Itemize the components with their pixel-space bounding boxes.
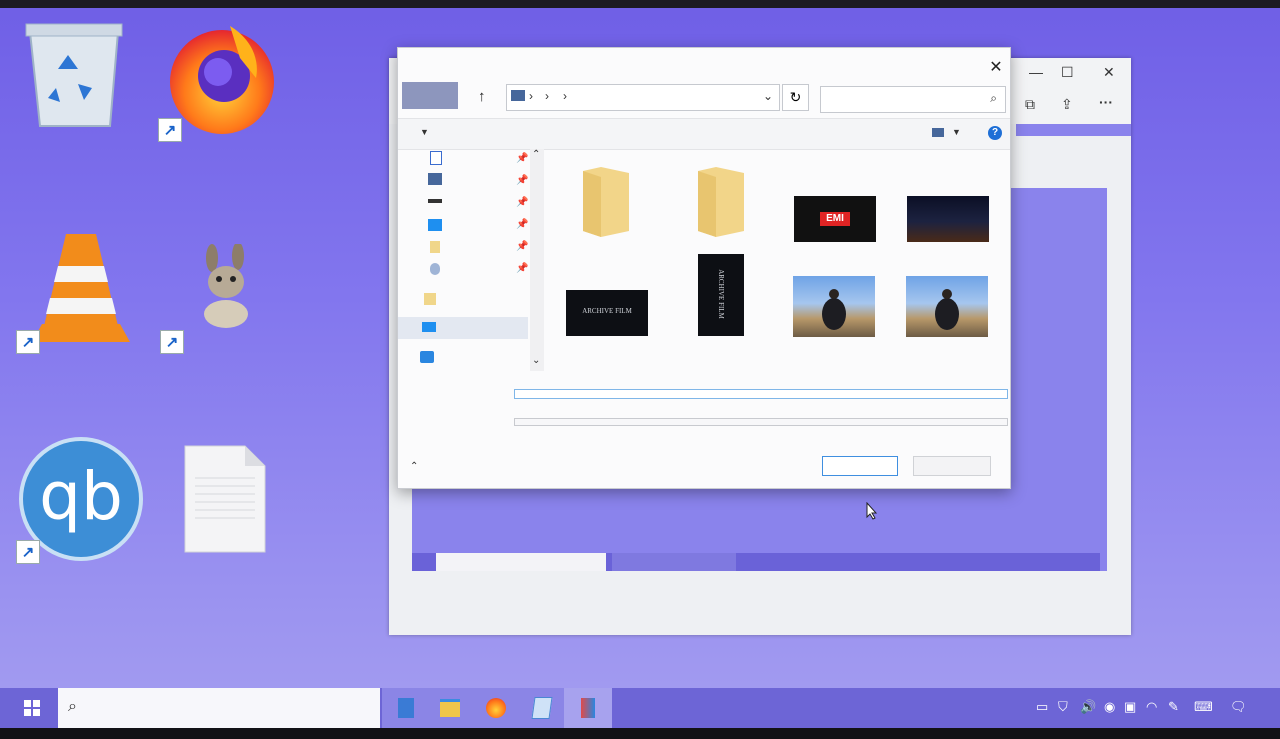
- maximize-icon[interactable]: ☐: [1061, 64, 1074, 81]
- network-icon[interactable]: [430, 263, 440, 275]
- refresh-button[interactable]: ↻: [782, 84, 809, 111]
- this-pc-icon: [422, 322, 436, 332]
- text-document-icon[interactable]: [183, 444, 267, 554]
- pin-icon[interactable]: 📌: [516, 175, 528, 186]
- nav-selected-row[interactable]: [398, 317, 528, 339]
- pictures-location-icon: [511, 90, 525, 101]
- battery-icon[interactable]: ▭: [1036, 699, 1048, 715]
- dialog-toolbar: ▼ ▼ ?: [398, 118, 1010, 150]
- minimize-icon[interactable]: —: [1029, 64, 1043, 80]
- start-button[interactable]: [10, 688, 54, 728]
- drive-icon[interactable]: [428, 199, 442, 203]
- display-icon[interactable]: ▣: [1124, 699, 1136, 715]
- video-thumbnail[interactable]: [793, 276, 875, 337]
- keyboard-icon[interactable]: ⌨: [1194, 699, 1213, 715]
- photos-toolbar-strip: [1016, 124, 1131, 136]
- pin-icon[interactable]: 📌: [516, 219, 528, 230]
- breadcrumb-chevron-icon[interactable]: ›: [563, 89, 567, 103]
- view-dropdown-icon[interactable]: ▼: [952, 127, 961, 137]
- windows-logo-icon: [24, 700, 40, 716]
- file-type-select[interactable]: [514, 418, 1008, 426]
- thumbnail-label: EMI: [820, 212, 850, 226]
- qbittorrent-logo-text: qb: [39, 458, 123, 535]
- folder-icon[interactable]: [424, 293, 436, 305]
- documents-icon[interactable]: [430, 151, 442, 165]
- nav-scrollbar[interactable]: ⌃ ⌄: [530, 149, 544, 371]
- navigation-pane: 📌 📌 📌 📌 📌 📌 ⌃: [398, 149, 528, 472]
- desktop-icon[interactable]: [428, 219, 442, 231]
- firefox-taskbar-icon[interactable]: [472, 688, 520, 728]
- pen-icon[interactable]: ✎: [1168, 699, 1179, 715]
- file-explorer-taskbar-icon[interactable]: [426, 688, 474, 728]
- pin-icon[interactable]: 📌: [516, 241, 528, 252]
- pictures-icon[interactable]: [428, 173, 442, 185]
- breadcrumb-chevron-icon[interactable]: ›: [545, 89, 549, 103]
- video-thumbnail[interactable]: [907, 196, 989, 242]
- calculator-taskbar-icon[interactable]: [382, 688, 430, 728]
- video-thumbnail[interactable]: [906, 276, 988, 337]
- wifi-icon[interactable]: ◠: [1146, 699, 1157, 715]
- pin-icon[interactable]: 📌: [516, 153, 528, 164]
- video-thumbnail[interactable]: EMI: [794, 196, 876, 242]
- scroll-up-icon[interactable]: ⌃: [532, 149, 540, 160]
- cancel-button[interactable]: [913, 456, 991, 476]
- volume-icon[interactable]: 🔊: [1080, 699, 1096, 715]
- view-options-icon[interactable]: [932, 128, 944, 137]
- up-arrow-icon[interactable]: ↑: [478, 88, 486, 105]
- shortcut-arrow-icon: ↗: [16, 540, 40, 564]
- close-icon[interactable]: ✕: [1103, 64, 1115, 81]
- taskbar-search-box[interactable]: ⌕: [58, 688, 380, 728]
- search-input[interactable]: ⌕: [820, 86, 1006, 113]
- screen-bezel-bottom: [0, 728, 1280, 739]
- screen-bezel-top: [0, 0, 1280, 8]
- notepad-taskbar-icon[interactable]: [518, 688, 566, 728]
- pin-icon[interactable]: 📌: [516, 263, 528, 274]
- back-button[interactable]: [402, 82, 458, 109]
- folder-icon[interactable]: [430, 241, 440, 253]
- thumbnail-label: ARCHIVE FILM: [582, 307, 632, 315]
- vlc-icon[interactable]: [28, 226, 134, 348]
- mouse-cursor-icon: [866, 502, 878, 520]
- shortcut-arrow-icon: ↗: [158, 118, 182, 142]
- copy-icon[interactable]: ⧉: [1025, 96, 1035, 113]
- security-shield-icon[interactable]: ⛉: [1058, 699, 1068, 715]
- more-options-icon[interactable]: ···: [1099, 94, 1113, 110]
- chevron-down-icon[interactable]: ⌄: [763, 89, 773, 103]
- organize-dropdown-icon[interactable]: ▼: [420, 127, 429, 137]
- video-thumbnail[interactable]: ARCHIVE FILM: [698, 254, 744, 336]
- emule-donkey-icon[interactable]: [192, 242, 262, 330]
- file-name-input[interactable]: [514, 389, 1008, 399]
- shortcut-arrow-icon: ↗: [160, 330, 184, 354]
- taskbar: ⌕ ▭ ⛉ 🔊 ◉ ▣ ◠ ✎ ⌨ 🗨: [0, 688, 1280, 728]
- recycle-bin-icon[interactable]: [18, 14, 130, 132]
- breadcrumb-chevron-icon[interactable]: ›: [529, 89, 533, 103]
- search-icon: ⌕: [68, 698, 77, 715]
- pin-icon[interactable]: 📌: [516, 197, 528, 208]
- collapse-chevron-icon[interactable]: ⌃: [410, 461, 418, 472]
- open-file-dialog: ✕ ↑ › › › ⌄ ↻ ⌕ ▼ ▼ ? 📌 📌 📌 📌 📌 📌 ⌃ ⌃ ⌄ …: [397, 47, 1011, 489]
- scroll-down-icon[interactable]: ⌄: [532, 355, 540, 366]
- paint-taskbar-icon[interactable]: [564, 688, 612, 728]
- notifications-icon[interactable]: 🗨: [1230, 699, 1247, 715]
- video-thumbnail[interactable]: ARCHIVE FILM: [566, 290, 648, 336]
- share-icon[interactable]: ⇪: [1061, 96, 1073, 113]
- address-bar[interactable]: › › › ⌄: [506, 84, 780, 111]
- shortcut-arrow-icon: ↗: [16, 330, 40, 354]
- folder-thumbnail[interactable]: [581, 165, 631, 237]
- search-icon: ⌕: [990, 91, 997, 105]
- dialog-close-button[interactable]: ✕: [988, 60, 1004, 76]
- open-button[interactable]: [822, 456, 898, 476]
- thumbnail-label: ARCHIVE FILM: [717, 269, 725, 319]
- network-drive-icon[interactable]: [420, 351, 434, 363]
- preview-taskbar: [412, 553, 1100, 571]
- status-dot-icon[interactable]: ◉: [1104, 699, 1115, 715]
- folder-thumbnail[interactable]: [696, 165, 746, 237]
- help-icon[interactable]: ?: [988, 126, 1002, 140]
